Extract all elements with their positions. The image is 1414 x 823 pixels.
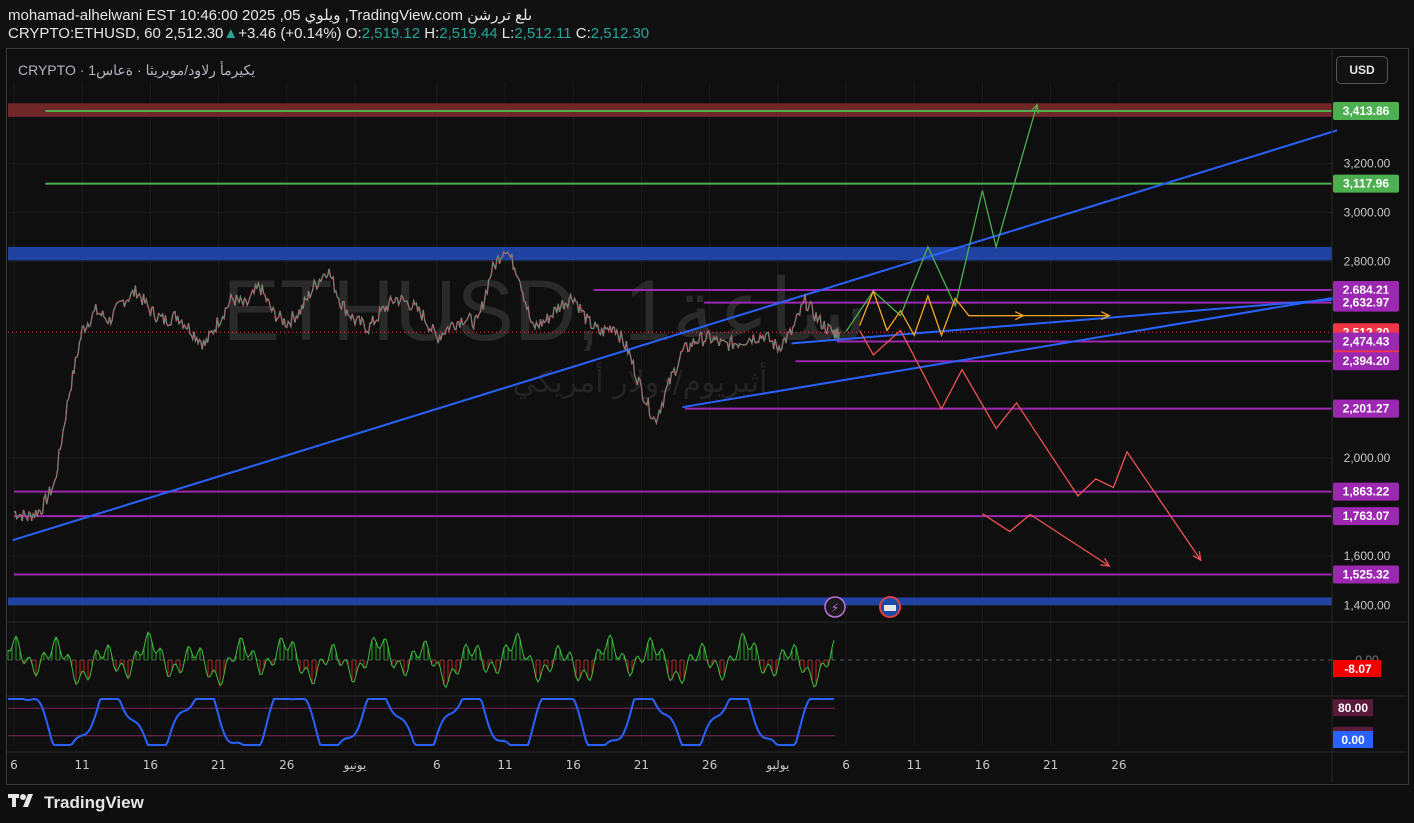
price-tick: 2,800.00 bbox=[1344, 255, 1391, 269]
price-label-text: 2,394.20 bbox=[1343, 354, 1390, 368]
scenario-path bbox=[845, 104, 1038, 332]
stoch-current-value: 0.00 bbox=[1341, 733, 1365, 747]
price-label-text: 1,863.22 bbox=[1343, 485, 1390, 499]
time-tick: 6 bbox=[433, 758, 441, 772]
price-axis: 1,400.00 1,600.00 2,000.00 2,800.00 3,000.00… bbox=[7, 49, 1407, 783]
scenario-path bbox=[982, 513, 1110, 567]
osc-current-value: -8.07 bbox=[1344, 662, 1372, 676]
tv-brand-name: TradingView bbox=[44, 792, 144, 812]
price-tick: 1,400.00 bbox=[1344, 598, 1391, 612]
flag-stripes bbox=[884, 605, 896, 611]
oscillator-pane: 0.00-8.07 bbox=[7, 631, 1381, 689]
price-label-text: 2,474.43 bbox=[1343, 335, 1390, 349]
price-label-text: 3,413.86 bbox=[1343, 104, 1390, 118]
time-tick: 16 bbox=[566, 758, 581, 772]
time-tick: 21 bbox=[1043, 758, 1058, 772]
price-tick: 3,200.00 bbox=[1344, 156, 1391, 170]
currency-button[interactable]: USD bbox=[1336, 56, 1388, 84]
time-tick: يوليو bbox=[765, 758, 789, 773]
time-tick: يونيو bbox=[343, 758, 367, 773]
time-tick: 26 bbox=[279, 758, 294, 772]
price-label-text: 1,763.07 bbox=[1343, 509, 1390, 523]
chart-legend[interactable]: CRYPTO · يكيرمأ رلاود/مويريثا · ةعاس1 bbox=[18, 62, 255, 79]
watermark-ticker: ETHUSD, 1ساعة bbox=[223, 263, 868, 359]
trendline bbox=[12, 129, 1338, 542]
price-tick: 3,000.00 bbox=[1344, 206, 1391, 220]
trendlines bbox=[12, 129, 1338, 542]
stochastic-pane: 80.0020.000.00 bbox=[8, 697, 1373, 748]
time-tick: 26 bbox=[702, 758, 717, 772]
time-tick: 21 bbox=[211, 758, 226, 772]
time-tick: 11 bbox=[907, 758, 922, 772]
tradingview-logo[interactable]: TradingView bbox=[8, 792, 144, 813]
time-tick: 11 bbox=[75, 758, 90, 772]
time-tick: 26 bbox=[1111, 758, 1126, 772]
price-labels: 3,413.863,117.962,684.212,632.972,512.30… bbox=[1333, 101, 1399, 584]
price-tick: 1,600.00 bbox=[1344, 549, 1391, 563]
price-label-text: 3,117.96 bbox=[1343, 177, 1389, 191]
grid bbox=[8, 82, 1332, 745]
scenario-path bbox=[859, 289, 1024, 338]
scenario-path bbox=[859, 329, 1202, 561]
price-zone bbox=[8, 597, 1332, 606]
price-label-text: 2,632.97 bbox=[1343, 296, 1390, 310]
price-tick: 2,000.00 bbox=[1344, 451, 1391, 465]
stoch-level-text: 80.00 bbox=[1338, 701, 1368, 715]
chart-canvas[interactable]: ETHUSD, 1ساعة أثيريوم/دولار أمريكي 1,400… bbox=[0, 0, 1414, 823]
time-tick: 16 bbox=[975, 758, 990, 772]
time-tick: 21 bbox=[634, 758, 649, 772]
price-zone bbox=[8, 246, 1332, 261]
tv-logo-icon bbox=[8, 792, 40, 813]
time-axis: 6 11 16 21 26 يونيو 6 11 16 21 26 يوليو 6 11 16 21 26 bbox=[10, 758, 1126, 773]
scenario-arrowhead bbox=[1100, 557, 1111, 567]
price-label-text: 1,525.32 bbox=[1343, 568, 1390, 582]
time-tick: 6 bbox=[10, 758, 18, 772]
scenario-arrowhead bbox=[1192, 551, 1202, 562]
lightning-glyph: ⚡ bbox=[831, 601, 839, 615]
time-tick: 6 bbox=[842, 758, 850, 772]
trendline bbox=[791, 298, 1338, 345]
time-tick: 16 bbox=[143, 758, 158, 772]
time-tick: 11 bbox=[497, 758, 512, 772]
price-label-text: 2,201.27 bbox=[1343, 402, 1390, 416]
